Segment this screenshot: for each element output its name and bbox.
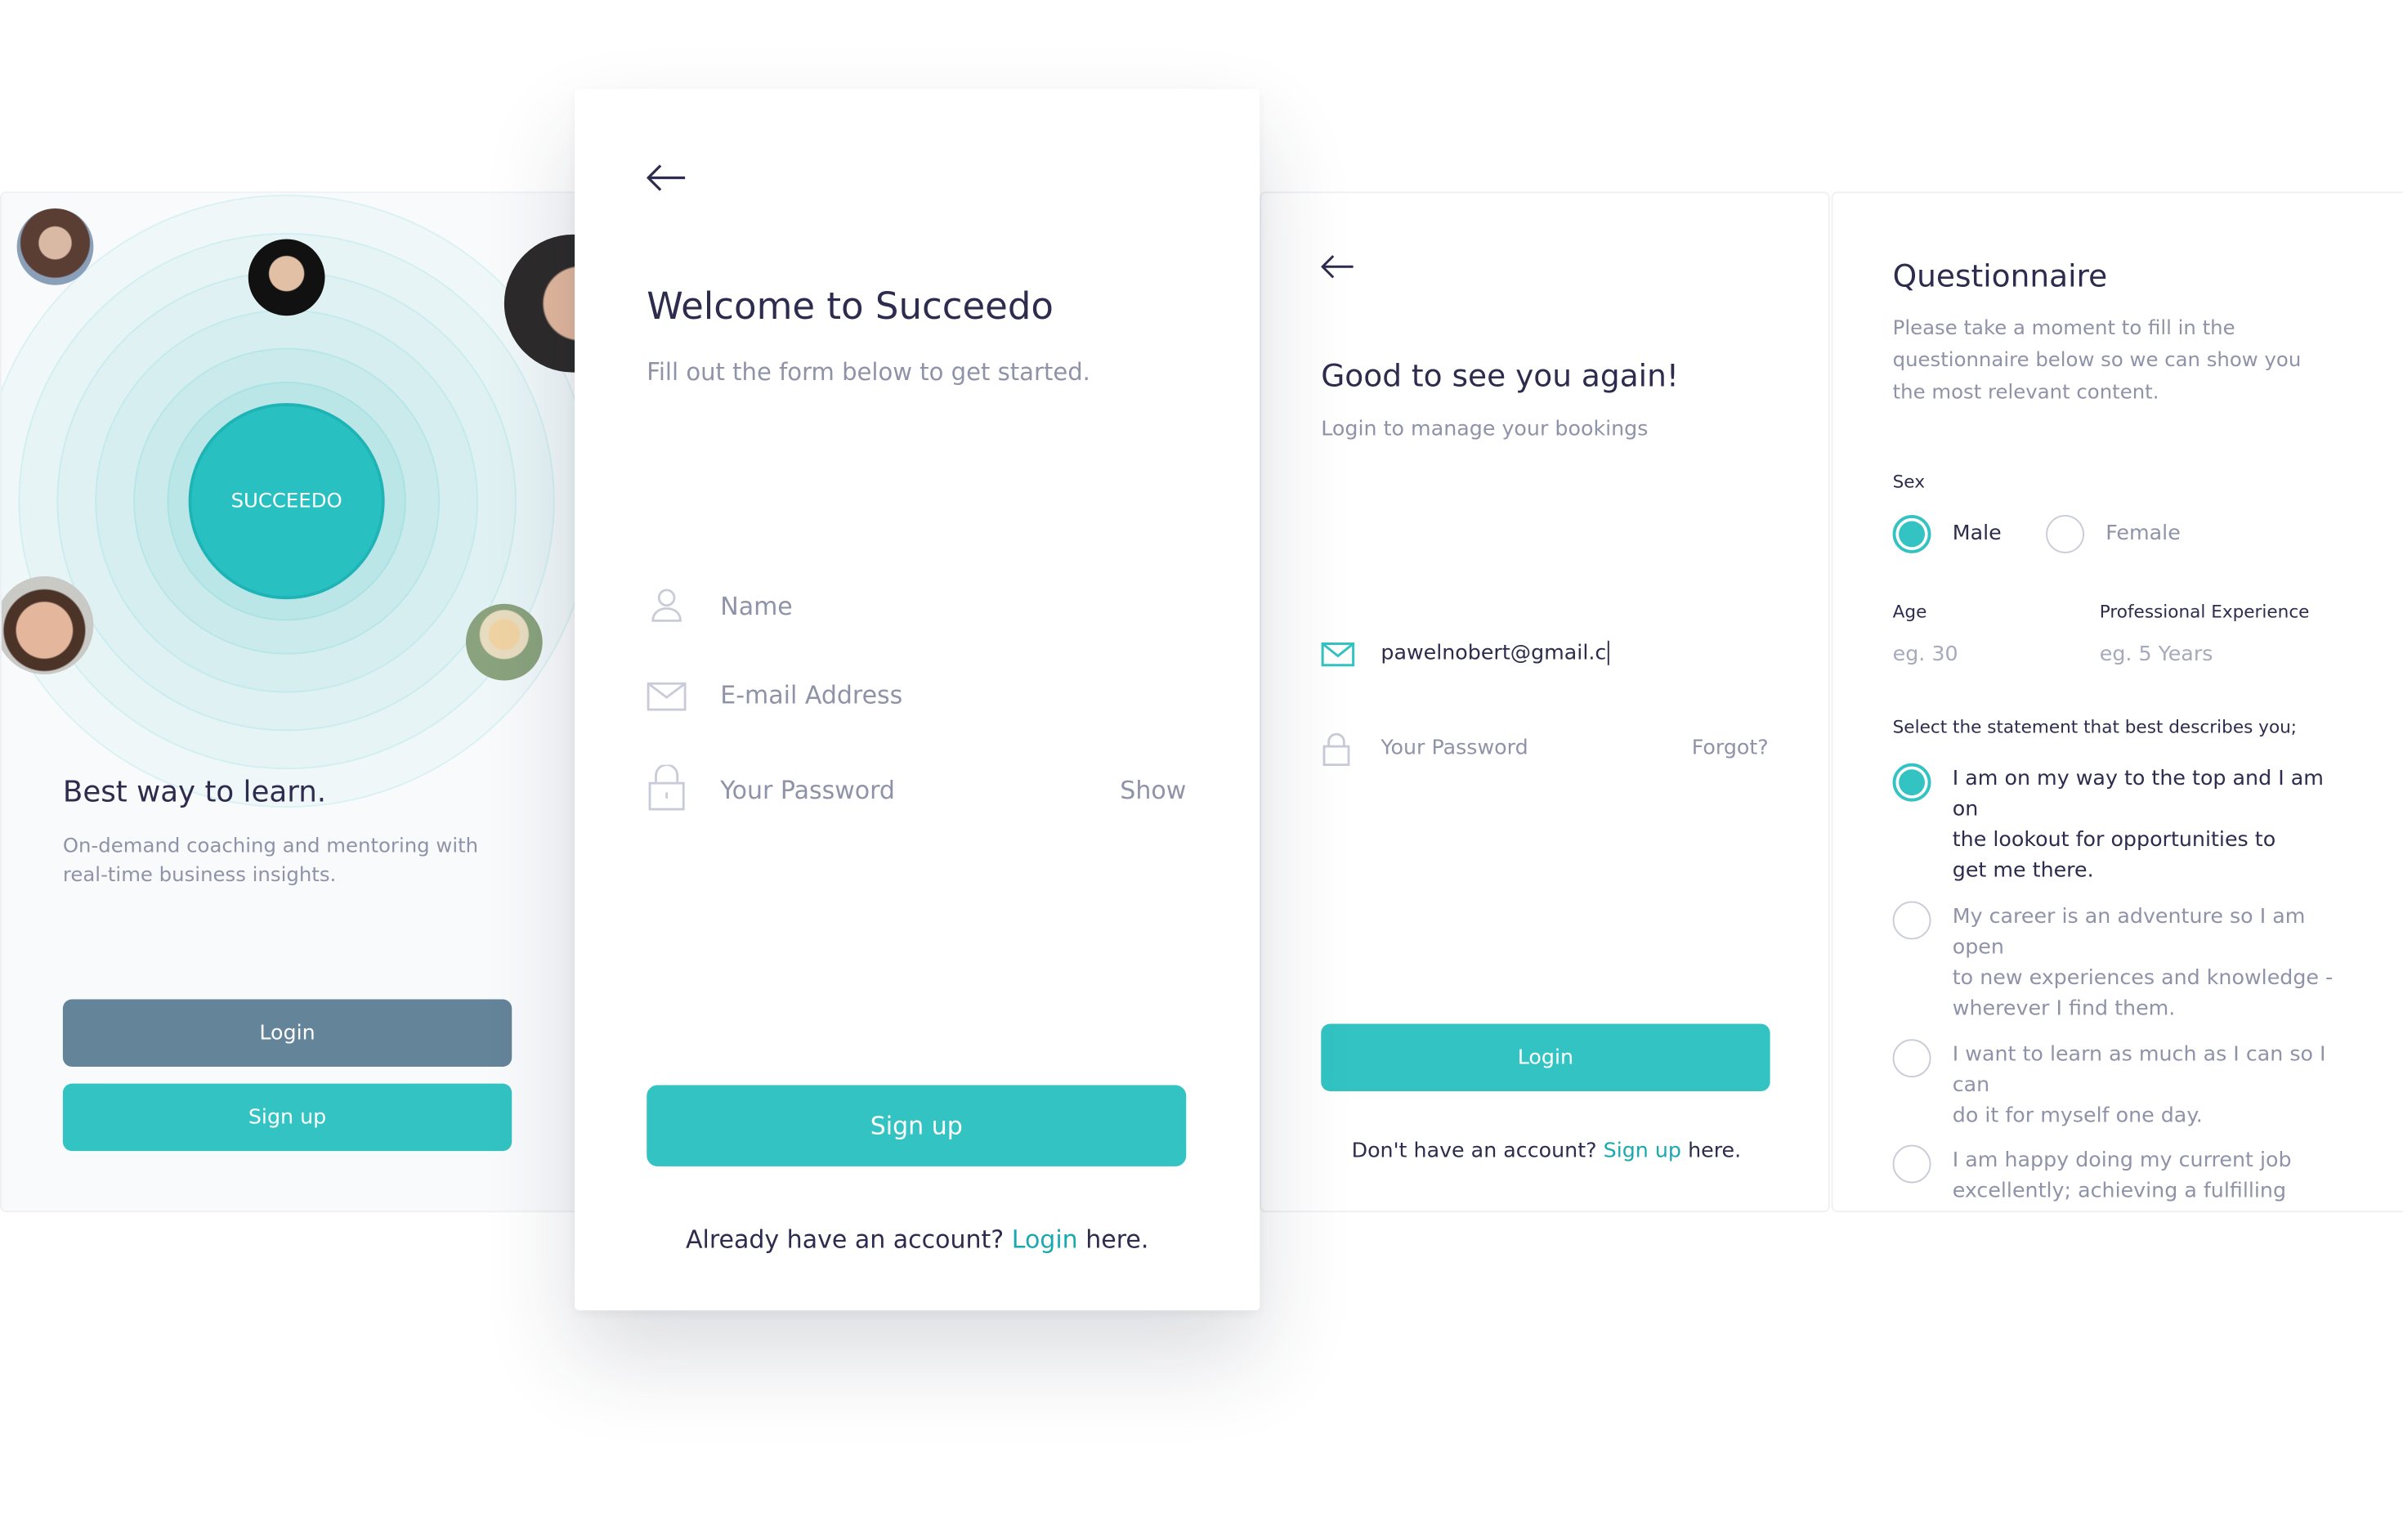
- prompt-text: Already have an account?: [685, 1224, 1005, 1254]
- sex-label: Sex: [1892, 470, 1925, 492]
- email-input[interactable]: E-mail Address: [720, 681, 902, 710]
- splash-screen: SUCCEEDO Best way to learn. On-demand co…: [0, 191, 583, 1213]
- female-label: Female: [2105, 521, 2181, 546]
- login-title: Good to see you again!: [1321, 356, 1679, 394]
- signup-title: Welcome to Succeedo: [647, 284, 1054, 329]
- signup-prompt: Don't have an account? Sign up here.: [1261, 1139, 1828, 1164]
- lock-icon: [648, 764, 685, 811]
- back-arrow-icon[interactable]: [647, 164, 687, 192]
- age-input[interactable]: eg. 30: [1893, 642, 1958, 667]
- statement-radio[interactable]: [1892, 1039, 1931, 1078]
- experience-label: Professional Experience: [2099, 601, 2310, 623]
- login-prompt: Already have an account? Login here.: [575, 1224, 1260, 1254]
- statement-radio[interactable]: [1892, 1144, 1931, 1184]
- avatar: [248, 239, 325, 316]
- forgot-password-link[interactable]: Forgot?: [1692, 736, 1769, 760]
- option-line: the lookout for opportunities to: [1952, 827, 2276, 853]
- signup-card: Welcome to Succeedo Fill out the form be…: [575, 88, 1260, 1311]
- avatar: [16, 208, 94, 285]
- login-button[interactable]: Login: [62, 999, 512, 1067]
- description-line: the most relevant content.: [1892, 381, 2159, 405]
- male-label: Male: [1952, 521, 2002, 546]
- back-arrow-icon[interactable]: [1321, 254, 1354, 279]
- statement-option[interactable]: I want to learn as much as I can so I ca…: [1953, 1039, 2339, 1131]
- prompt-text: here.: [1688, 1139, 1742, 1164]
- experience-input[interactable]: eg. 5 Years: [2100, 642, 2213, 667]
- avatar: [466, 603, 543, 681]
- statement-option[interactable]: My career is an adventure so I am open t…: [1953, 902, 2339, 1024]
- option-line: I want to learn as much as I can so I ca…: [1952, 1042, 2326, 1098]
- avatar: [1, 576, 94, 674]
- mail-icon: [647, 682, 687, 711]
- show-password-toggle[interactable]: Show: [1120, 776, 1186, 805]
- subtitle-line: On-demand coaching and mentoring with: [62, 835, 479, 858]
- statement-option[interactable]: I am on my way to the top and I am on th…: [1953, 763, 2339, 886]
- prompt-text: Don't have an account?: [1351, 1139, 1597, 1164]
- questionnaire-screen: Questionnaire Please take a moment to fi…: [1831, 191, 2403, 1213]
- option-line: do it for myself one day.: [1952, 1104, 2203, 1128]
- user-icon: [651, 589, 682, 622]
- splash-subtitle: On-demand coaching and mentoring with re…: [63, 832, 478, 890]
- password-input[interactable]: Your Password: [720, 776, 895, 805]
- lock-icon: [1322, 732, 1350, 767]
- password-input[interactable]: Your Password: [1380, 736, 1528, 760]
- description-line: Please take a moment to fill in the: [1892, 317, 2235, 341]
- login-screen: Good to see you again! Login to manage y…: [1260, 191, 1830, 1213]
- statement-label: Select the statement that best describes…: [1892, 715, 2298, 737]
- option-line: I am on my way to the top and I am on: [1952, 766, 2324, 822]
- option-line: to new experiences and knowledge -: [1952, 965, 2334, 991]
- statement-option[interactable]: I am happy doing my current job excellen…: [1953, 1145, 2339, 1206]
- male-radio[interactable]: [1892, 515, 1931, 553]
- statement-radio[interactable]: [1892, 901, 1931, 940]
- email-input[interactable]: pawelnobert@gmail.c: [1380, 640, 1610, 665]
- description-line: questionnaire below so we can show you: [1892, 349, 2302, 373]
- statement-radio[interactable]: [1892, 763, 1931, 802]
- signup-subtitle: Fill out the form below to get started.: [647, 358, 1090, 387]
- option-line: My career is an adventure so I am open: [1952, 904, 2306, 960]
- female-radio[interactable]: [2046, 515, 2084, 553]
- prompt-text: here.: [1085, 1224, 1149, 1254]
- succeedo-logo: SUCCEEDO: [188, 403, 385, 600]
- login-submit-button[interactable]: Login: [1321, 1023, 1770, 1091]
- age-label: Age: [1892, 601, 1927, 623]
- option-line: I am happy doing my current job: [1952, 1148, 2292, 1173]
- option-line: excellently; achieving a fulfilling: [1952, 1178, 2287, 1203]
- questionnaire-description: Please take a moment to fill in the ques…: [1893, 313, 2302, 410]
- subtitle-line: real-time business insights.: [62, 864, 337, 888]
- mail-icon: [1321, 642, 1355, 667]
- splash-title: Best way to learn.: [62, 775, 327, 809]
- name-input[interactable]: Name: [720, 592, 793, 621]
- login-link[interactable]: Login: [1012, 1224, 1078, 1254]
- signup-submit-button[interactable]: Sign up: [647, 1085, 1187, 1166]
- login-subtitle: Login to manage your bookings: [1321, 417, 1649, 441]
- option-line: wherever I find them.: [1952, 996, 2176, 1021]
- signup-link[interactable]: Sign up: [1604, 1139, 1681, 1163]
- signup-button[interactable]: Sign up: [62, 1083, 512, 1152]
- questionnaire-title: Questionnaire: [1892, 257, 2108, 294]
- option-line: get me there.: [1952, 858, 2094, 883]
